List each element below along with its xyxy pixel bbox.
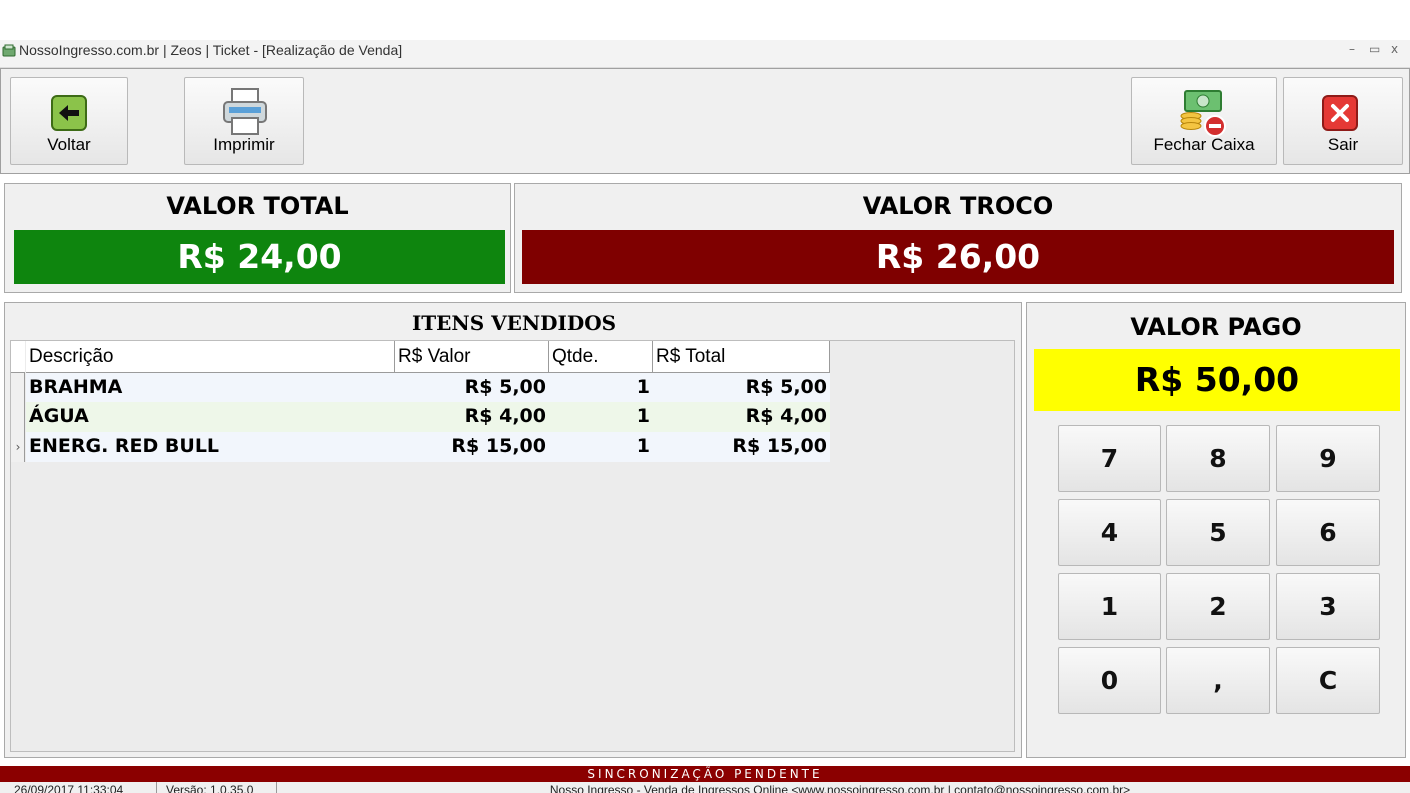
keypad-key-6[interactable]: 6 (1276, 499, 1380, 566)
toolbar: Voltar Imprimir Fechar Caixa Sair (0, 68, 1410, 174)
money-stack-icon (1180, 90, 1226, 137)
cell-qty: 1 (636, 405, 650, 427)
keypad-key-comma[interactable]: , (1166, 647, 1270, 714)
items-title: ITENS VENDIDOS (411, 311, 617, 335)
keypad-key-3[interactable]: 3 (1276, 573, 1380, 640)
close-register-button[interactable]: Fechar Caixa (1131, 77, 1277, 165)
maximize-button[interactable]: ▭ (1369, 42, 1380, 56)
cell-total: R$ 15,00 (732, 435, 827, 457)
status-divider (276, 782, 277, 793)
cell-qty: 1 (636, 376, 650, 398)
exit-label: Sair (1327, 135, 1359, 154)
table-row[interactable]: BRAHMA R$ 5,00 1 R$ 5,00 (26, 373, 830, 402)
window-title: NossoIngresso.com.br | Zeos | Ticket - [… (19, 42, 403, 58)
exit-button[interactable]: Sair (1283, 77, 1403, 165)
cell-value: R$ 4,00 (464, 405, 546, 427)
current-row-indicator: › (15, 440, 21, 454)
status-bar: 26/09/2017 11:33:04 Versão: 1.0.35.0 Nos… (0, 782, 1410, 793)
sync-status-bar: SINCRONIZAÇÃO PENDENTE (0, 766, 1410, 782)
close-register-label: Fechar Caixa (1153, 135, 1255, 154)
cell-description: ÁGUA (29, 405, 89, 427)
arrow-left-icon (51, 95, 87, 131)
grid-corner (11, 341, 25, 373)
cell-total: R$ 5,00 (745, 376, 827, 398)
status-version: Versão: 1.0.35.0 (166, 783, 254, 793)
keypad-key-clear[interactable]: C (1276, 647, 1380, 714)
column-header-total[interactable]: R$ Total (653, 341, 830, 373)
column-header-qty[interactable]: Qtde. (549, 341, 653, 373)
payment-value[interactable]: R$ 50,00 (1034, 349, 1400, 411)
keypad-key-8[interactable]: 8 (1166, 425, 1270, 492)
back-button[interactable]: Voltar (10, 77, 128, 165)
keypad-key-1[interactable]: 1 (1058, 573, 1161, 640)
keypad-key-7[interactable]: 7 (1058, 425, 1161, 492)
total-value: R$ 24,00 (14, 230, 505, 284)
minimize-button[interactable]: – (1349, 42, 1355, 56)
payment-title: VALOR PAGO (1130, 313, 1302, 341)
window-titlebar: NossoIngresso.com.br | Zeos | Ticket - [… (0, 40, 1410, 68)
keypad-key-0[interactable]: 0 (1058, 647, 1161, 714)
cell-value: R$ 15,00 (451, 435, 546, 457)
table-row[interactable]: ÁGUA R$ 4,00 1 R$ 4,00 (26, 402, 830, 432)
app-icon (2, 44, 16, 57)
payment-panel: VALOR PAGO R$ 50,00 7 8 9 4 5 6 1 2 3 0 … (1026, 302, 1406, 758)
keypad-key-9[interactable]: 9 (1276, 425, 1380, 492)
column-header-description[interactable]: Descrição (26, 341, 395, 373)
items-panel: ITENS VENDIDOS Descrição R$ Valor Qtde. … (4, 302, 1022, 758)
back-label: Voltar (47, 135, 91, 154)
keypad-key-4[interactable]: 4 (1058, 499, 1161, 566)
items-grid[interactable]: Descrição R$ Valor Qtde. R$ Total BRAHMA… (10, 340, 1015, 752)
keypad-key-5[interactable]: 5 (1166, 499, 1270, 566)
cell-qty: 1 (636, 435, 650, 457)
status-footer: Nosso Ingresso - Venda de Ingressos Onli… (549, 783, 1131, 793)
status-datetime: 26/09/2017 11:33:04 (14, 783, 124, 793)
print-label: Imprimir (213, 135, 275, 154)
cell-description: ENERG. RED BULL (29, 435, 220, 457)
table-row[interactable]: ENERG. RED BULL R$ 15,00 1 R$ 15,00 (26, 432, 830, 462)
cell-value: R$ 5,00 (464, 376, 546, 398)
total-panel: VALOR TOTAL R$ 24,00 (4, 183, 511, 293)
printer-icon (223, 88, 267, 135)
total-title: VALOR TOTAL (166, 192, 349, 220)
change-panel: VALOR TROCO R$ 26,00 (514, 183, 1402, 293)
close-window-button[interactable]: x (1391, 42, 1398, 56)
close-x-icon (1322, 95, 1358, 131)
cell-description: BRAHMA (29, 376, 123, 398)
cell-total: R$ 4,00 (745, 405, 827, 427)
keypad-key-2[interactable]: 2 (1166, 573, 1270, 640)
status-divider (156, 782, 157, 793)
change-title: VALOR TROCO (862, 192, 1054, 220)
column-header-value[interactable]: R$ Valor (395, 341, 549, 373)
change-value: R$ 26,00 (522, 230, 1394, 284)
print-button[interactable]: Imprimir (184, 77, 304, 165)
